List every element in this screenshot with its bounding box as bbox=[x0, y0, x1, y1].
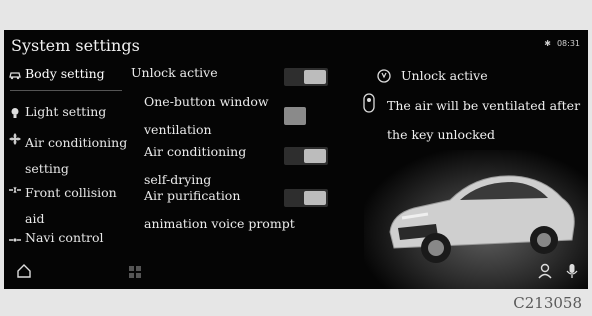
sidebar-item-front-collision[interactable]: Front collision aid bbox=[8, 180, 136, 232]
car-body-icon bbox=[9, 72, 21, 80]
option-window-ventilation-label: One-button window bbox=[144, 94, 269, 109]
user-icon[interactable] bbox=[538, 263, 552, 279]
clock: 08:31 bbox=[556, 39, 580, 48]
option-air-purification-label: Air purification bbox=[144, 188, 241, 203]
info-heading: Unlock active bbox=[401, 68, 488, 83]
home-icon[interactable] bbox=[16, 263, 32, 279]
toggle-knob bbox=[304, 191, 326, 205]
sidebar-item-label: Air conditioning setting bbox=[25, 135, 128, 176]
option-air-purification-label-2: animation voice prompt bbox=[144, 216, 295, 231]
sidebar-item-label: Front collision aid bbox=[25, 185, 117, 226]
sidebar-item-label: Body setting bbox=[25, 66, 105, 81]
sidebar-item-label: Light setting bbox=[25, 104, 107, 119]
fan-icon bbox=[9, 133, 21, 145]
figure-caption: C213058 bbox=[513, 294, 582, 312]
bluetooth-icon: ✱ bbox=[544, 39, 551, 48]
microphone-icon[interactable] bbox=[566, 263, 578, 279]
sidebar-item-label: Navi control bbox=[25, 230, 104, 245]
air-purification-toggle[interactable] bbox=[284, 189, 328, 207]
info-description-line2: the key unlocked bbox=[387, 127, 496, 142]
info-frame-icon bbox=[363, 93, 375, 113]
unlock-active-toggle[interactable] bbox=[284, 68, 328, 86]
sidebar-item-light-setting[interactable]: Light setting bbox=[8, 104, 106, 120]
option-ac-self-drying-label: Air conditioning bbox=[144, 144, 247, 159]
key-fob-icon bbox=[377, 69, 391, 83]
toggle-knob bbox=[304, 70, 326, 84]
option-unlock-active-label: Unlock active bbox=[131, 65, 218, 80]
car-image bbox=[389, 175, 575, 263]
info-description-line1: The air will be ventilated after bbox=[387, 98, 581, 113]
divider bbox=[10, 90, 122, 91]
sidebar-item-air-conditioning[interactable]: Air conditioning setting bbox=[8, 130, 136, 182]
settings-screen: System settings ✱ 08:31 Body setting Lig… bbox=[4, 30, 588, 289]
navigation-icon bbox=[9, 238, 21, 242]
sidebar-item-body-setting[interactable]: Body setting bbox=[8, 66, 105, 82]
option-window-ventilation-label-2: ventilation bbox=[144, 122, 212, 137]
status-bar: ✱ 08:31 bbox=[544, 39, 580, 48]
toggle-knob bbox=[284, 107, 306, 125]
window-ventilation-toggle[interactable] bbox=[284, 107, 306, 125]
sidebar-item-navi-control[interactable]: Navi control bbox=[8, 230, 104, 246]
collision-icon bbox=[9, 186, 21, 194]
grid-icon[interactable] bbox=[128, 265, 142, 279]
bulb-icon bbox=[11, 108, 19, 118]
page-title: System settings bbox=[11, 36, 140, 55]
sidebar: Body setting Light setting Air condition… bbox=[4, 66, 132, 286]
option-ac-self-drying-label-2: self-drying bbox=[144, 172, 212, 187]
toggle-knob bbox=[304, 149, 326, 163]
ac-self-drying-toggle[interactable] bbox=[284, 147, 328, 165]
